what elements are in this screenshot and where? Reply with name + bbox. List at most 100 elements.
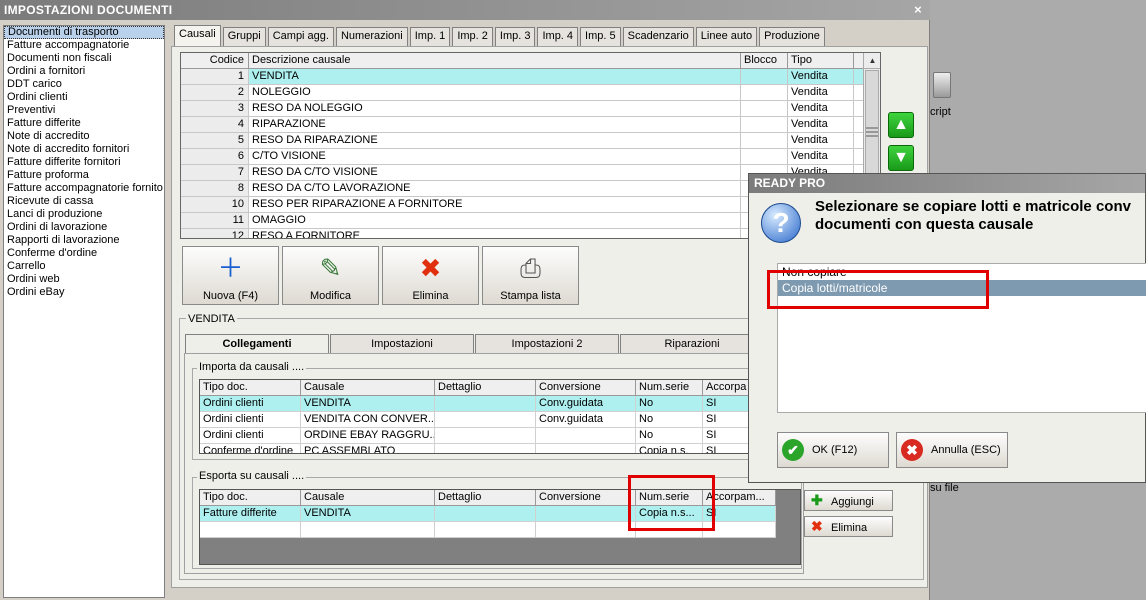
grid-header-cell[interactable]: Num.serie: [636, 380, 703, 395]
table-row[interactable]: 2 NOLEGGIO Vendita: [181, 85, 880, 101]
list-item[interactable]: Fatture differite fornitori: [4, 156, 164, 169]
ok-label: OK (F12): [812, 444, 858, 456]
highlight-box-copy-option: [767, 270, 989, 309]
grid-header-cell[interactable]: Dettaglio: [435, 380, 536, 395]
list-item[interactable]: Note di accredito: [4, 130, 164, 143]
list-item[interactable]: Ordini di lavorazione: [4, 221, 164, 234]
table-cell: PC ASSEMBLATO: [301, 444, 435, 453]
list-item[interactable]: Ordini web: [4, 273, 164, 286]
table-row[interactable]: Ordini clienti ORDINE EBAY RAGGRU... No SI: [200, 428, 791, 444]
plus-icon: ✚: [811, 492, 823, 508]
table-cell: Ordini clienti: [200, 428, 301, 443]
delete-record-button[interactable]: ✖ Elimina: [382, 246, 479, 305]
table-row[interactable]: Ordini clienti VENDITA CON CONVER... Conv.…: [200, 412, 791, 428]
tab-item[interactable]: Imp. 4: [537, 27, 579, 46]
close-icon[interactable]: ×: [914, 0, 922, 20]
list-item[interactable]: Documenti di trasporto: [4, 26, 164, 39]
action-label: Elimina: [412, 290, 449, 302]
delete-button[interactable]: ✖ Elimina: [804, 516, 893, 537]
grid-header-cell[interactable]: Conversione: [536, 490, 636, 505]
list-item[interactable]: Ordini clienti: [4, 91, 164, 104]
table-cell: 7: [181, 165, 249, 180]
table-row[interactable]: 1 VENDITA Vendita: [181, 69, 880, 85]
cancel-button[interactable]: ✖ Annulla (ESC): [896, 432, 1008, 468]
subtab-item[interactable]: Riparazioni: [620, 334, 764, 353]
list-item[interactable]: Note di accredito fornitori: [4, 143, 164, 156]
script-icon[interactable]: [933, 72, 951, 98]
table-cell: [741, 117, 788, 132]
subtab-item[interactable]: Impostazioni 2: [475, 334, 619, 353]
list-item[interactable]: Fatture proforma: [4, 169, 164, 182]
tab-item[interactable]: Numerazioni: [335, 27, 408, 46]
table-cell: 3: [181, 101, 249, 116]
list-item[interactable]: Fatture accompagnatorie: [4, 39, 164, 52]
tab-item[interactable]: Causali: [174, 25, 221, 46]
list-item[interactable]: Ordini eBay: [4, 286, 164, 299]
table-row[interactable]: 4 RIPARAZIONE Vendita: [181, 117, 880, 133]
grid-header-cell[interactable]: Causale: [301, 490, 435, 505]
list-item[interactable]: Ordini a fornitori: [4, 65, 164, 78]
tab-item[interactable]: Campi agg.: [267, 27, 334, 46]
grid-header-cell[interactable]: Tipo doc.: [200, 490, 301, 505]
list-item[interactable]: Fatture differite: [4, 117, 164, 130]
grid-header-cell[interactable]: Conversione: [536, 380, 636, 395]
tab-item[interactable]: Imp. 1: [409, 27, 451, 46]
grid-header-cell[interactable]: Tipo: [788, 53, 854, 68]
scroll-up-icon[interactable]: ▲: [864, 53, 880, 69]
new-button[interactable]: ＋ Nuova (F4): [182, 246, 279, 305]
table-cell: [435, 444, 536, 453]
table-row[interactable]: Conferme d'ordine PC ASSEMBLATO Copia n.s.…: [200, 444, 791, 453]
esporta-title: Esporta su causali ....: [197, 470, 307, 482]
table-row[interactable]: 6 C/TO VISIONE Vendita: [181, 149, 880, 165]
tab-item[interactable]: Imp. 5: [580, 27, 621, 46]
ready-pro-dialog: READY PRO ? Selezionare se copiare lotti…: [748, 173, 1146, 483]
table-cell: [741, 101, 788, 116]
tab-item[interactable]: Produzione: [759, 27, 825, 46]
document-type-list[interactable]: Documenti di trasporto Fatture accompagna…: [3, 25, 165, 598]
grid-header-cell[interactable]: Causale: [301, 380, 435, 395]
grid-header-cell[interactable]: Dettaglio: [435, 490, 536, 505]
table-cell: [200, 522, 301, 537]
tab-item[interactable]: Gruppi: [222, 27, 266, 46]
list-item[interactable]: Lanci di produzione: [4, 208, 164, 221]
table-cell: [435, 506, 536, 521]
ok-button[interactable]: ✔ OK (F12): [777, 432, 889, 468]
delete-button-label: Elimina: [831, 522, 868, 534]
grid-header-cell[interactable]: Codice: [181, 53, 249, 68]
tab-item[interactable]: Imp. 2: [452, 27, 493, 46]
tab-item[interactable]: Scadenzario: [622, 27, 694, 46]
table-cell: No: [636, 396, 703, 411]
importa-grid[interactable]: Tipo doc. Causale Dettaglio Conversione Num.…: [199, 379, 792, 454]
subtab-item[interactable]: Impostazioni: [330, 334, 474, 353]
table-cell: [536, 522, 636, 537]
table-cell: RESO DA C/TO VISIONE: [249, 165, 741, 180]
print-list-button[interactable]: ⎙ Stampa lista: [482, 246, 579, 305]
list-item[interactable]: Carrello: [4, 260, 164, 273]
table-row[interactable]: 3 RESO DA NOLEGGIO Vendita: [181, 101, 880, 117]
table-cell: [536, 444, 636, 453]
edit-button[interactable]: ✎ Modifica: [282, 246, 379, 305]
desktop-bottom-text: su file: [930, 482, 959, 494]
table-cell: 11: [181, 213, 249, 228]
move-down-button[interactable]: ▼: [888, 145, 914, 171]
grid-header-cell[interactable]: Blocco: [741, 53, 788, 68]
action-label: Stampa lista: [500, 290, 561, 302]
list-item[interactable]: Ricevute di cassa: [4, 195, 164, 208]
grid-header-cell[interactable]: Tipo doc.: [200, 380, 301, 395]
grid-header-cell[interactable]: Descrizione causale: [249, 53, 741, 68]
list-item[interactable]: Preventivi: [4, 104, 164, 117]
table-cell: VENDITA: [249, 69, 741, 84]
table-cell: Conv.guidata: [536, 412, 636, 427]
subtab-item[interactable]: Collegamenti: [185, 334, 329, 353]
table-row[interactable]: 5 RESO DA RIPARAZIONE Vendita: [181, 133, 880, 149]
tab-item[interactable]: Imp. 3: [494, 27, 536, 46]
tab-item[interactable]: Linee auto: [695, 27, 758, 46]
move-up-button[interactable]: ▲: [888, 112, 914, 138]
table-row[interactable]: Ordini clienti VENDITA Conv.guidata No SI: [200, 396, 791, 412]
list-item[interactable]: Documenti non fiscali: [4, 52, 164, 65]
list-item[interactable]: DDT carico: [4, 78, 164, 91]
add-button[interactable]: ✚ Aggiungi: [804, 490, 893, 511]
list-item[interactable]: Rapporti di lavorazione: [4, 234, 164, 247]
list-item[interactable]: Conferme d'ordine: [4, 247, 164, 260]
list-item[interactable]: Fatture accompagnatorie fornito: [4, 182, 164, 195]
